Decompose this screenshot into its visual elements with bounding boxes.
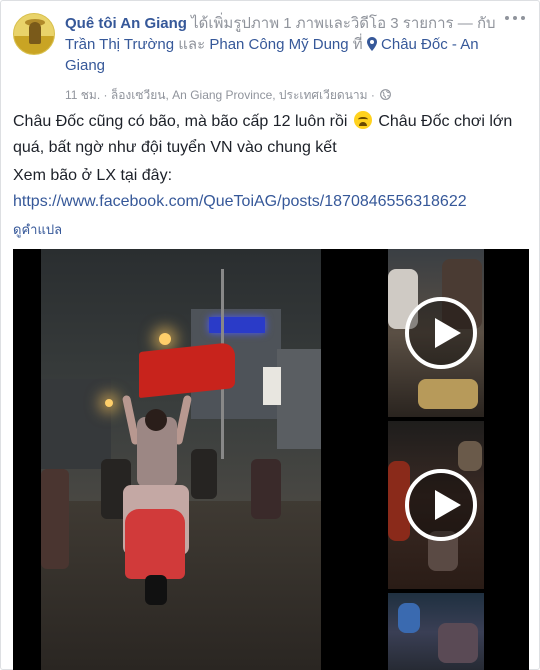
post-options-button[interactable] xyxy=(505,11,525,25)
post-meta: 11 ชม. · ล็องเซวียน, An Giang Province, … xyxy=(65,87,392,103)
page-name-link[interactable]: Quê tôi An Giang xyxy=(65,15,187,32)
play-icon[interactable] xyxy=(404,297,477,369)
post-action-text: ได้เพิ่มรูปภาพ 1 ภาพและวิดีโอ 3 รายการ xyxy=(191,15,454,32)
post-place-link[interactable]: ล็องเซวียน, An Giang Province, ประเทศเวี… xyxy=(111,88,368,102)
post-text-line-2: Xem bão ở LX tại đây: xyxy=(13,167,173,184)
video-thumbnail-1[interactable] xyxy=(352,249,529,417)
globe-icon[interactable] xyxy=(380,89,392,100)
tagged-user-2-link[interactable]: Phan Công Mỹ Dung xyxy=(209,36,348,53)
post-header: Quê tôi An Giang ได้เพิ่มรูปภาพ 1 ภาพและ… xyxy=(65,13,515,76)
post-body: Châu Đốc cũng có bão, mà bão cấp 12 luôn… xyxy=(13,109,529,215)
at-text: ที่ xyxy=(352,36,363,53)
play-icon[interactable] xyxy=(404,469,477,541)
video-thumbnail-2[interactable] xyxy=(352,421,529,589)
facebook-post: Quê tôi An Giang ได้เพิ่มรูปภาพ 1 ภาพและ… xyxy=(0,0,540,670)
street-scene-image xyxy=(41,249,321,670)
post-url-link[interactable]: https://www.facebook.com/QueToiAG/posts/… xyxy=(13,193,467,210)
with-prefix: — กับ xyxy=(457,15,496,32)
post-text-line-1: Châu Đốc cũng có bão, mà bão cấp 12 luôn… xyxy=(13,113,348,130)
location-pin-icon xyxy=(366,37,377,51)
tagged-user-1-link[interactable]: Trần Thị Trường xyxy=(65,36,174,53)
media-grid xyxy=(13,249,529,670)
thumbnail-image-3 xyxy=(388,593,484,670)
main-video[interactable] xyxy=(13,249,349,670)
post-timestamp[interactable]: 11 ชม. xyxy=(65,88,100,102)
page-avatar[interactable] xyxy=(13,13,55,55)
and-text: และ xyxy=(178,36,206,53)
crying-face-icon xyxy=(353,111,372,129)
video-thumbnail-3[interactable] xyxy=(352,593,529,670)
see-translation-link[interactable]: ดูคำแปล xyxy=(13,219,62,240)
